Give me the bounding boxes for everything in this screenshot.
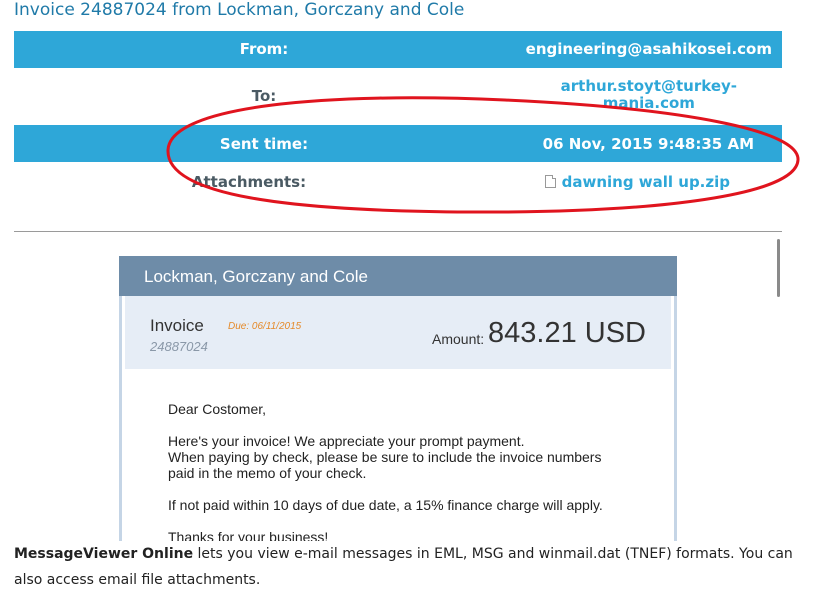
invoice-word: Invoice	[150, 316, 204, 335]
scrollbar-thumb[interactable]	[777, 239, 780, 297]
from-row: From: engineering@asahikosei.com	[14, 31, 782, 68]
footer-brand: MessageViewer Online	[14, 546, 194, 562]
to-value-line2[interactable]: mania.com	[603, 94, 695, 112]
amount-label: Amount:	[432, 331, 485, 347]
company-bar: Lockman, Gorczany and Cole	[119, 256, 677, 296]
attachments-label: Attachments:	[191, 173, 307, 191]
paragraph-1-line-2: When paying by check, please be sure to …	[168, 449, 602, 465]
greeting: Dear Costomer,	[168, 401, 267, 417]
to-row: To: arthur.stoyt@turkey- mania.com	[14, 68, 782, 125]
invoice-message: Dear Costomer, Here's your invoice! We a…	[168, 401, 603, 556]
attachment-link[interactable]: dawning wall up.zip	[544, 173, 730, 191]
to-value[interactable]: arthur.stoyt@turkey- mania.com	[561, 78, 737, 112]
footer-description: MessageViewer Online lets you view e-mai…	[14, 541, 804, 593]
to-label: To:	[251, 87, 277, 105]
invoice-number: 24887024	[150, 339, 208, 354]
message-subject: Invoice 24887024 from Lockman, Gorczany …	[14, 0, 465, 20]
paragraph-2: If not paid within 10 days of due date, …	[168, 497, 603, 513]
amount-value: 843.21 USD	[488, 317, 646, 349]
invoice-box: Invoice Due: 06/11/2015 24887024 Amount:…	[119, 296, 677, 556]
from-label: From:	[239, 40, 289, 58]
from-value: engineering@asahikosei.com	[525, 40, 772, 58]
sent-time-label: Sent time:	[219, 135, 309, 153]
paragraph-1-line-3: paid in the memo of your check.	[168, 465, 367, 481]
attachments-row: Attachments: dawning wall up.zip	[14, 162, 782, 202]
to-value-line1[interactable]: arthur.stoyt@turkey-	[561, 77, 737, 95]
paragraph-1-line-1: Here's your invoice! We appreciate your …	[168, 433, 525, 449]
invoice-due-date: Due: 06/11/2015	[228, 321, 302, 332]
file-icon	[544, 175, 556, 188]
paragraph-1: Here's your invoice! We appreciate your …	[168, 433, 603, 481]
invoice-header: Invoice Due: 06/11/2015 24887024 Amount:…	[125, 296, 671, 369]
sent-time-row: Sent time: 06 Nov, 2015 9:48:35 AM	[14, 125, 782, 162]
attachment-filename[interactable]: dawning wall up.zip	[562, 173, 730, 191]
company-name: Lockman, Gorczany and Cole	[144, 267, 368, 286]
email-body: Lockman, Gorczany and Cole Invoice Due: …	[119, 256, 677, 556]
header-divider	[14, 231, 782, 232]
sent-time-value: 06 Nov, 2015 9:48:35 AM	[542, 135, 754, 153]
